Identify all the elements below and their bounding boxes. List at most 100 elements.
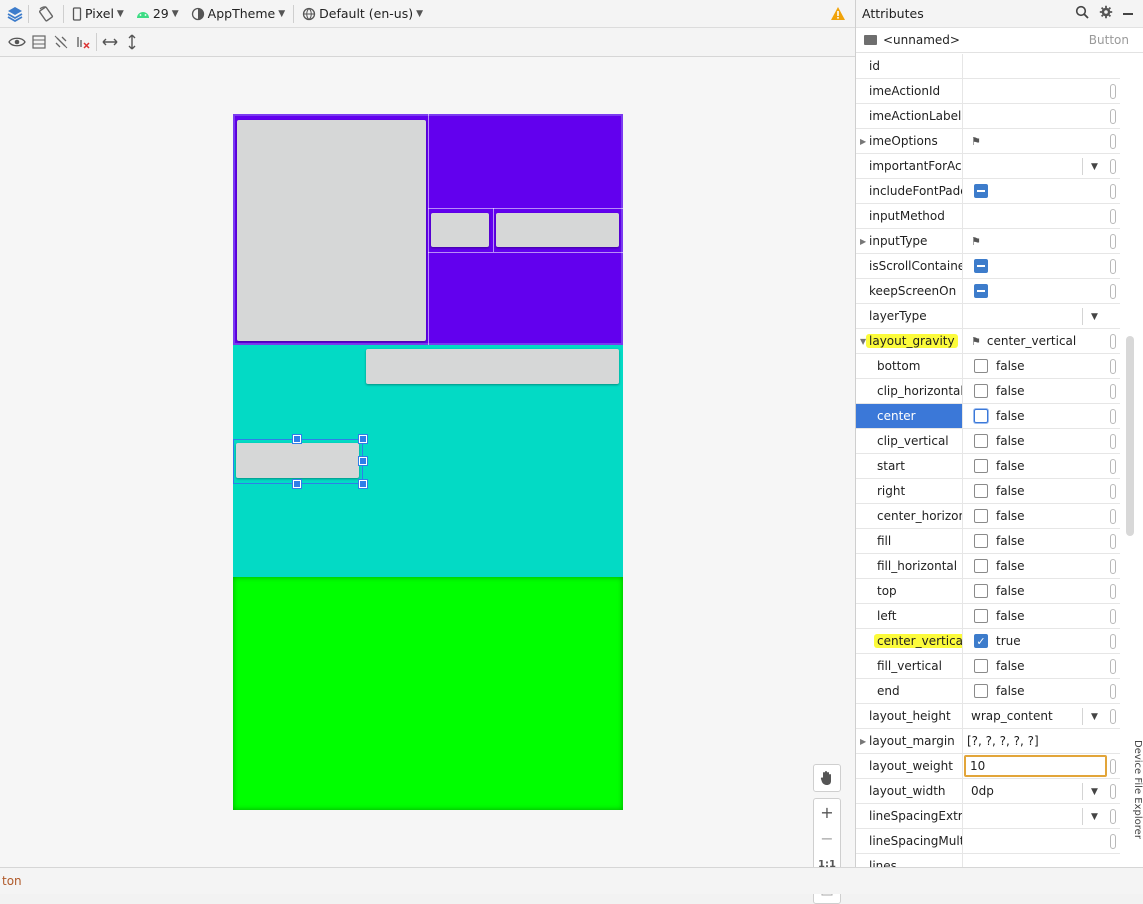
attr-row-clip-vertical[interactable]: clip_vertical false bbox=[856, 429, 1120, 454]
resource-picker-icon[interactable] bbox=[1110, 609, 1116, 624]
attr-value[interactable] bbox=[963, 204, 1120, 228]
checkbox[interactable] bbox=[974, 459, 988, 473]
attr-value[interactable]: false bbox=[963, 454, 1120, 478]
locale-selector[interactable]: Default (en-us) ▼ bbox=[296, 2, 429, 26]
expand-arrow-icon[interactable]: ▶ bbox=[860, 237, 866, 246]
attr-value[interactable]: false bbox=[963, 504, 1120, 528]
checkbox[interactable] bbox=[974, 509, 988, 523]
attr-value[interactable]: false bbox=[963, 604, 1120, 628]
resize-handle[interactable] bbox=[358, 456, 368, 466]
attr-value[interactable]: ⚑ bbox=[963, 229, 1120, 253]
resource-picker-icon[interactable] bbox=[1110, 459, 1116, 474]
resource-picker-icon[interactable] bbox=[1110, 409, 1116, 424]
device-preview[interactable] bbox=[233, 114, 623, 810]
attr-row-inputMethod[interactable]: inputMethod bbox=[856, 204, 1120, 229]
attr-value[interactable]: ▼ bbox=[963, 304, 1120, 328]
layers-icon[interactable] bbox=[4, 3, 26, 25]
attr-row-bottom[interactable]: bottom false bbox=[856, 354, 1120, 379]
resource-picker-icon[interactable] bbox=[1110, 334, 1116, 349]
attr-row-center[interactable]: center false bbox=[856, 404, 1120, 429]
chevron-down-icon[interactable]: ▼ bbox=[1082, 783, 1106, 800]
attr-row-imeActionLabel[interactable]: imeActionLabel bbox=[856, 104, 1120, 129]
resource-picker-icon[interactable] bbox=[1110, 84, 1116, 99]
resource-picker-icon[interactable] bbox=[1110, 234, 1116, 249]
attr-value[interactable]: wrap_content ▼ bbox=[963, 704, 1120, 728]
minimize-icon[interactable] bbox=[1123, 12, 1133, 15]
resource-picker-icon[interactable] bbox=[1110, 709, 1116, 724]
preview-button[interactable] bbox=[496, 213, 619, 247]
resource-picker-icon[interactable] bbox=[1110, 534, 1116, 549]
chevron-down-icon[interactable]: ▼ bbox=[1082, 158, 1106, 175]
resource-picker-icon[interactable] bbox=[1110, 584, 1116, 599]
resource-picker-icon[interactable] bbox=[1110, 784, 1116, 799]
attr-value[interactable] bbox=[963, 54, 1120, 78]
attr-value[interactable] bbox=[963, 104, 1120, 128]
resource-picker-icon[interactable] bbox=[1110, 509, 1116, 524]
resource-picker-icon[interactable] bbox=[1110, 684, 1116, 699]
zoom-in-button[interactable]: + bbox=[814, 799, 840, 825]
flag-icon[interactable]: ⚑ bbox=[971, 335, 981, 348]
attr-value[interactable]: [?, ?, ?, ?, ?] bbox=[963, 729, 1120, 753]
expand-horizontal-icon[interactable] bbox=[99, 31, 121, 53]
checkbox[interactable] bbox=[974, 559, 988, 573]
attr-row-includeFontPadding[interactable]: includeFontPadd... bbox=[856, 179, 1120, 204]
resource-picker-icon[interactable] bbox=[1110, 659, 1116, 674]
pan-control[interactable] bbox=[813, 764, 841, 792]
attr-value[interactable]: false bbox=[963, 429, 1120, 453]
attr-row-fill[interactable]: fill false bbox=[856, 529, 1120, 554]
zoom-out-button[interactable]: − bbox=[814, 825, 840, 851]
attr-value[interactable]: ▼ bbox=[963, 804, 1120, 828]
theme-selector[interactable]: AppTheme ▼ bbox=[185, 2, 291, 26]
attr-row-left[interactable]: left false bbox=[856, 604, 1120, 629]
layout-weight-input[interactable]: 10 bbox=[964, 755, 1107, 777]
attr-row-layout-weight[interactable]: layout_weight 10 bbox=[856, 754, 1120, 779]
resource-picker-icon[interactable] bbox=[1110, 209, 1116, 224]
attr-value[interactable]: false bbox=[963, 404, 1120, 428]
attr-row-lineSpacingExtra[interactable]: lineSpacingExtra ▼ bbox=[856, 804, 1120, 829]
attr-row-layerType[interactable]: layerType ▼ bbox=[856, 304, 1120, 329]
resize-handle[interactable] bbox=[292, 434, 302, 444]
attr-row-imeActionId[interactable]: imeActionId bbox=[856, 79, 1120, 104]
tristate-checkbox[interactable] bbox=[974, 184, 988, 198]
flag-icon[interactable]: ⚑ bbox=[971, 135, 981, 148]
attr-row-lineSpacingMultiplier[interactable]: lineSpacingMulti... bbox=[856, 829, 1120, 854]
attr-value[interactable]: 0dp ▼ bbox=[963, 779, 1120, 803]
gear-icon[interactable] bbox=[1099, 5, 1113, 22]
checkbox[interactable] bbox=[974, 584, 988, 598]
checkbox[interactable] bbox=[974, 484, 988, 498]
attributes-scrollbar[interactable] bbox=[1126, 336, 1134, 536]
checkbox[interactable] bbox=[974, 534, 988, 548]
attr-value[interactable]: false bbox=[963, 529, 1120, 553]
selected-preview-button[interactable] bbox=[236, 443, 359, 478]
resize-handle[interactable] bbox=[358, 434, 368, 444]
attr-value[interactable]: false bbox=[963, 554, 1120, 578]
warning-icon[interactable] bbox=[827, 3, 849, 25]
resize-handle[interactable] bbox=[292, 479, 302, 489]
attr-row-keepScreenOn[interactable]: keepScreenOn bbox=[856, 279, 1120, 304]
resource-picker-icon[interactable] bbox=[1110, 634, 1116, 649]
chevron-down-icon[interactable]: ▼ bbox=[1082, 708, 1106, 725]
attr-row-imeOptions[interactable]: ▶ imeOptions ⚑ bbox=[856, 129, 1120, 154]
resource-picker-icon[interactable] bbox=[1110, 134, 1116, 149]
attr-row-layout-gravity[interactable]: ▼ layout_gravity ⚑ center_vertical bbox=[856, 329, 1120, 354]
resource-picker-icon[interactable] bbox=[1110, 384, 1116, 399]
collapse-arrow-icon[interactable]: ▼ bbox=[860, 337, 866, 346]
preview-button[interactable] bbox=[237, 120, 426, 341]
attr-row-center-horizontal[interactable]: center_horizon... false bbox=[856, 504, 1120, 529]
attr-value[interactable]: ✓ true bbox=[963, 629, 1120, 653]
green-layout[interactable] bbox=[233, 577, 623, 810]
clear-constraints-icon[interactable] bbox=[72, 31, 94, 53]
attr-value[interactable] bbox=[963, 79, 1120, 103]
teal-layout[interactable] bbox=[233, 345, 623, 577]
preview-button[interactable] bbox=[431, 213, 489, 247]
expand-arrow-icon[interactable]: ▶ bbox=[860, 137, 866, 146]
checkbox[interactable] bbox=[974, 609, 988, 623]
attr-value[interactable]: ⚑ bbox=[963, 129, 1120, 153]
attr-value[interactable]: false bbox=[963, 654, 1120, 678]
tristate-checkbox[interactable] bbox=[974, 284, 988, 298]
expand-vertical-icon[interactable] bbox=[121, 31, 143, 53]
attr-row-clip-horizontal[interactable]: clip_horizontal false bbox=[856, 379, 1120, 404]
resource-picker-icon[interactable] bbox=[1110, 759, 1116, 774]
preview-button[interactable] bbox=[366, 349, 619, 384]
attr-value[interactable]: false bbox=[963, 679, 1120, 703]
